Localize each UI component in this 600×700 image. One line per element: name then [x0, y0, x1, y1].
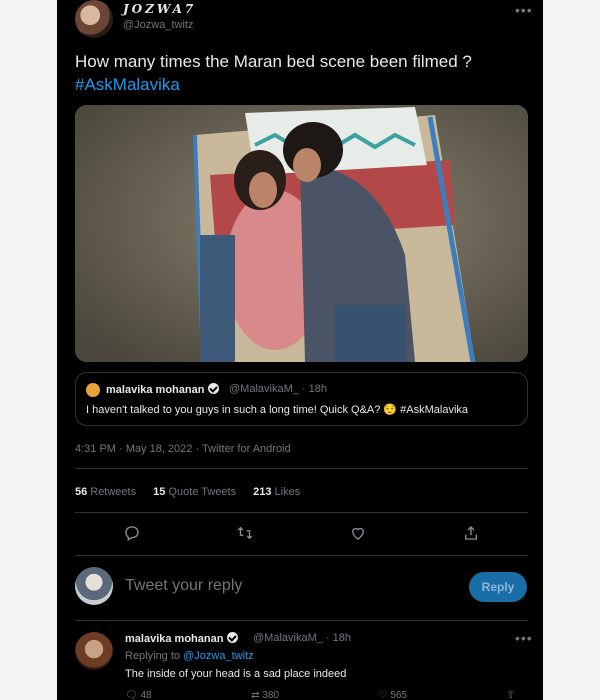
reply-author-handle[interactable]: @MalavikaM_ · 18h	[253, 632, 351, 644]
reply-input[interactable]: Tweet your reply	[125, 577, 242, 595]
verified-badge-icon	[208, 383, 220, 394]
reply-author-avatar[interactable]	[75, 632, 113, 670]
tweet-timestamp[interactable]: 4:31 PM · May 18, 2022 · Twitter for And…	[75, 443, 291, 455]
divider	[75, 512, 528, 513]
reply-button[interactable]: Reply	[469, 572, 527, 602]
current-user-avatar[interactable]	[75, 567, 113, 605]
divider	[75, 555, 528, 556]
replying-to: Replying to @Jozwa_twitz	[125, 650, 254, 662]
quote-author-handle: @MalavikaM_ · 18h	[229, 383, 327, 395]
quoted-tweet[interactable]: malavika mohanan @MalavikaM_ · 18h I hav…	[75, 372, 528, 426]
tweet-text: How many times the Maran bed scene been …	[75, 50, 525, 96]
divider	[75, 620, 528, 621]
tweet-body: How many times the Maran bed scene been …	[75, 52, 472, 71]
divider	[75, 468, 528, 469]
media-illustration	[75, 105, 528, 362]
tweet-actions	[75, 520, 528, 546]
more-options-icon[interactable]: •••	[515, 630, 533, 646]
reply-icon[interactable]	[119, 520, 145, 546]
share-icon[interactable]	[458, 520, 484, 546]
author-handle[interactable]: @Jozwa_twitz	[123, 19, 193, 31]
tweet-media-image[interactable]	[75, 105, 528, 362]
quote-author-name: malavika mohanan	[106, 383, 220, 396]
quote-tweets-stat[interactable]: 15 Quote Tweets	[153, 486, 236, 498]
hashtag-link[interactable]: #AskMalavika	[75, 73, 525, 96]
quote-avatar	[86, 383, 100, 397]
retweets-stat[interactable]: 56 Retweets	[75, 486, 136, 498]
author-name[interactable]: JOZWA7	[123, 2, 196, 16]
share-icon[interactable]: ⇧	[507, 690, 515, 700]
reply-author-name[interactable]: malavika mohanan	[125, 632, 239, 645]
verified-badge-icon	[227, 632, 239, 643]
like-icon[interactable]	[345, 520, 371, 546]
retweet-icon[interactable]	[232, 520, 258, 546]
mention-link[interactable]: @Jozwa_twitz	[183, 650, 253, 662]
more-options-icon[interactable]: •••	[515, 2, 533, 18]
quote-text: I haven't talked to you guys in such a l…	[86, 404, 469, 416]
reply-actions: 🗨 48 ⇄ 380 ♡ 565 ⇧	[125, 690, 515, 700]
likes-stat[interactable]: 213 Likes	[253, 486, 300, 498]
tweet-screenshot: JOZWA7 @Jozwa_twitz ••• How many times t…	[57, 0, 543, 700]
like-count-icon[interactable]: ♡ 565	[379, 690, 407, 700]
reply-count-icon[interactable]: 🗨 48	[125, 690, 152, 700]
retweet-count-icon[interactable]: ⇄ 380	[251, 690, 279, 700]
author-avatar[interactable]	[75, 0, 113, 38]
reply-text: The inside of your head is a sad place i…	[125, 668, 347, 680]
tweet-stats: 56 Retweets 15 Quote Tweets 213 Likes	[75, 486, 314, 498]
